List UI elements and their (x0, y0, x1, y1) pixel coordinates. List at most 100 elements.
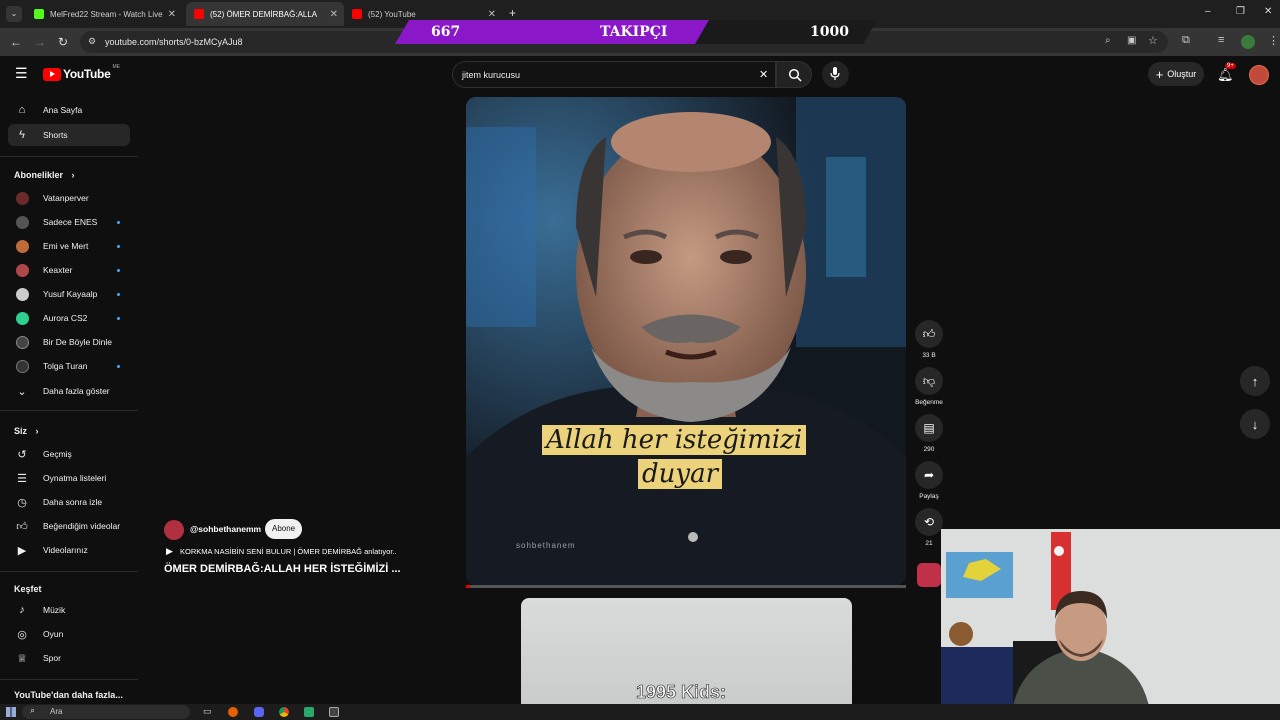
taskbar-search[interactable]: ⌕ Ara (22, 705, 190, 719)
zoom-icon[interactable]: ⌕ (1105, 35, 1111, 46)
bookmark-star-icon[interactable]: ☆ (1148, 34, 1158, 47)
close-tab-icon[interactable]: ✕ (488, 9, 496, 20)
dislike-button[interactable]: 👎︎ Beğenme (914, 367, 944, 406)
profile-avatar[interactable] (1241, 35, 1255, 49)
youtube-logo[interactable]: YouTube ME (43, 64, 120, 81)
sidebar-item-label: Spor (43, 653, 61, 663)
sidebar-item-history[interactable]: ↺ Geçmiş (8, 443, 130, 465)
related-video-link[interactable]: KORKMA NASİBİN SENİ BULUR | ÖMER DEMİRBA… (180, 547, 397, 556)
sidebar-item-label: Bir De Böyle Dinle (43, 337, 112, 347)
search-button[interactable] (776, 61, 812, 88)
create-button[interactable]: + Oluştur (1148, 62, 1204, 86)
sidebar-item-label: Sadece ENES (43, 217, 98, 227)
extensions-icon[interactable]: ⧉ (1182, 34, 1190, 47)
minimize-icon[interactable]: – (1205, 6, 1211, 17)
sidebar-item-gaming[interactable]: ◎ Oyun (8, 623, 130, 645)
voice-search-button[interactable] (822, 61, 849, 88)
next-short-button[interactable]: ↓ (1240, 409, 1270, 439)
tab-youtube-short[interactable]: (52) ÖMER DEMİRBAĞ:ALLA ✕ (186, 2, 344, 26)
tab-kick-stream[interactable]: MelFred22 Stream - Watch Live ✕ (26, 2, 182, 26)
streamer-webcam (941, 529, 1280, 720)
divider (0, 410, 138, 411)
like-count: 33 B (922, 352, 936, 359)
start-button[interactable] (6, 707, 16, 717)
sidebar-item-subscription[interactable]: Aurora CS2 (8, 307, 130, 329)
webcam-scene (941, 529, 1280, 720)
channel-avatar (16, 287, 29, 301)
sidebar-item-home[interactable]: ⌂ Ana Sayfa (8, 99, 130, 121)
notification-badge: 9+ (1225, 63, 1236, 69)
new-tab-icon[interactable]: + (509, 6, 516, 20)
subscribe-button[interactable]: Abone ol (265, 519, 303, 553)
restore-icon[interactable]: ❐ (1236, 6, 1245, 17)
channel-avatar (16, 311, 29, 325)
sidebar-item-label: Geçmiş (43, 449, 72, 459)
hamburger-menu-icon[interactable]: ☰ (15, 65, 28, 82)
cast-icon[interactable]: ▣ (1127, 35, 1136, 46)
url-text: youtube.com/shorts/0-bzMCyAJu8 (105, 37, 243, 47)
create-label: Oluştur (1167, 69, 1197, 79)
chrome-icon[interactable] (279, 707, 289, 717)
tab-search-button[interactable]: ⌄ (6, 6, 22, 22)
search-input[interactable]: jitem kurucusu ✕ (452, 61, 776, 88)
sidebar-item-subscription[interactable]: Sadece ENES (8, 211, 130, 233)
close-window-icon[interactable]: ✕ (1264, 6, 1272, 17)
sidebar-item-music[interactable]: ♪ Müzik (8, 599, 130, 621)
discord-icon[interactable] (254, 707, 264, 717)
new-content-dot (117, 220, 120, 224)
comments-button[interactable]: ▤ 290 (914, 414, 944, 453)
notifications-button[interactable]: 🔔︎ 9+ (1217, 63, 1236, 84)
like-button[interactable]: 👍︎ 33 B (914, 320, 944, 359)
task-view-icon[interactable]: ▭ (203, 706, 212, 717)
app-icon[interactable] (304, 707, 314, 717)
site-info-icon[interactable]: ⚙ (88, 36, 96, 47)
sidebar-item-liked-videos[interactable]: 👍︎ Beğendiğim videolar (8, 515, 130, 537)
video-progress-bar[interactable] (466, 585, 906, 588)
game-icon: ◎ (17, 628, 27, 641)
close-tab-icon[interactable]: ✕ (330, 9, 338, 20)
sidebar-item-subscription[interactable]: Keaxter (8, 259, 130, 281)
close-tab-icon[interactable]: ✕ (168, 9, 176, 20)
channel-handle[interactable]: @sohbethanemm (190, 524, 261, 534)
sidebar-item-watch-later[interactable]: ◷ Daha sonra izle (8, 491, 130, 513)
subscriptions-heading[interactable]: Abonelikler › (14, 170, 75, 180)
sidebar-item-subscription[interactable]: Yusuf Kayaalp (8, 283, 130, 305)
firefox-icon[interactable] (228, 707, 238, 717)
remix-button[interactable]: ⟲ 21 (914, 508, 944, 547)
channel-avatar (16, 359, 29, 373)
sidebar-item-subscription[interactable]: Tolga Turan (8, 355, 130, 377)
previous-short-button[interactable]: ↑ (1240, 366, 1270, 396)
sidebar-item-subscription[interactable]: Bir De Böyle Dinle (8, 331, 130, 353)
sidebar-item-playlists[interactable]: ☰ Oynatma listeleri (8, 467, 130, 489)
plus-icon: + (1155, 66, 1164, 82)
browser-menu-icon[interactable]: ⋮ (1268, 34, 1279, 47)
sound-channel-thumbnail[interactable] (917, 563, 941, 587)
reload-icon[interactable]: ↻ (58, 35, 68, 49)
remix-icon: ⟲ (915, 508, 943, 536)
back-icon[interactable]: ← (10, 35, 22, 49)
sidebar-item-your-videos[interactable]: ▶ Videolarınız (8, 539, 130, 561)
divider (0, 679, 138, 680)
app-icon[interactable] (329, 707, 339, 717)
sidebar-item-sports[interactable]: ♕ Spor (8, 647, 130, 669)
more-from-youtube-title: YouTube'dan daha fazla... (14, 690, 123, 700)
clear-search-icon[interactable]: ✕ (759, 68, 768, 81)
sidebar-item-subscription[interactable]: Vatanperver (8, 187, 130, 209)
sidebar-item-subscription[interactable]: Emi ve Mert (8, 235, 130, 257)
new-content-dot (117, 316, 120, 320)
next-short-preview[interactable]: 1995 Kids: (521, 598, 852, 704)
account-avatar[interactable] (1249, 65, 1269, 85)
video-frame (466, 97, 906, 585)
divider (0, 571, 138, 572)
channel-avatar[interactable] (164, 520, 184, 540)
shorts-video-player[interactable]: Allah her isteğimizi duyar sohbethanem (466, 97, 906, 585)
forward-icon[interactable]: → (34, 35, 46, 49)
sidebar-item-shorts[interactable]: ϟ Shorts (8, 124, 130, 146)
follower-goal-count: 1000 (810, 24, 849, 40)
youtube-favicon-icon (352, 9, 362, 19)
tab-label: MelFred22 Stream - Watch Live (50, 9, 163, 19)
show-more-button[interactable]: ⌄ Daha fazla göster (8, 380, 130, 402)
you-heading[interactable]: Siz › (14, 426, 39, 436)
media-icon[interactable]: ≡ (1218, 34, 1224, 46)
share-button[interactable]: ➦ Paylaş (914, 461, 944, 500)
